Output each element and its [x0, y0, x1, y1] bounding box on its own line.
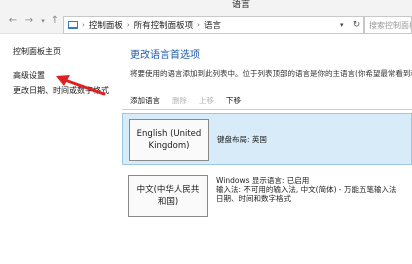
- input-method-text: 输入法: 不可用的输入法, 中文(简体) - 万能五笔输入法: [216, 185, 397, 194]
- refresh-icon[interactable]: ↻: [350, 16, 364, 34]
- language-list: English (United Kingdom) 键盘布局: 英国 中文(中华人…: [122, 109, 412, 264]
- chevron-right-icon[interactable]: ›: [127, 21, 130, 29]
- address-dropdown-icon[interactable]: ▾: [340, 21, 344, 29]
- language-name: 中文(中华人民共: [136, 185, 200, 195]
- keyboard-layout-text: 键盘布局: 英国: [217, 135, 267, 144]
- search-input[interactable]: 搜索控制面板: [364, 16, 412, 34]
- back-icon[interactable]: ←: [8, 16, 18, 26]
- chevron-right-icon[interactable]: ›: [197, 21, 200, 29]
- chevron-right-icon[interactable]: ›: [82, 21, 85, 29]
- page-description: 将要使用的语言添加到此列表中。位于列表顶部的语言是你的主语言(你希望最常看到和使…: [130, 69, 412, 78]
- breadcrumb-control-panel[interactable]: 控制面板: [89, 19, 123, 31]
- list-item[interactable]: English (United Kingdom) 键盘布局: 英国: [122, 113, 412, 165]
- navigation-bar: ← → ▾ ↑ › 控制面板 › 所有控制面板项 › 语言 ▾ ↻ 搜索控制面板: [0, 8, 412, 34]
- breadcrumb-all-items[interactable]: 所有控制面板项: [134, 19, 194, 31]
- link-change-date-time-format[interactable]: 更改日期、时间或数字格式: [13, 85, 109, 96]
- language-tile[interactable]: 中文(中华人民共 和国): [128, 175, 208, 217]
- add-language-button[interactable]: 添加语言: [130, 95, 160, 106]
- move-up-button[interactable]: 上移: [199, 95, 214, 106]
- remove-button[interactable]: 删除: [172, 95, 187, 106]
- language-toolbar: 添加语言 删除 上移 下移: [130, 95, 241, 106]
- link-advanced-settings[interactable]: 高级设置: [13, 70, 45, 81]
- control-panel-icon: [68, 21, 78, 29]
- language-name: Kingdom): [148, 141, 190, 151]
- list-item[interactable]: 中文(中华人民共 和国) Windows 显示语言: 已启用 输入法: 不可用的…: [122, 170, 412, 222]
- language-name: English (United: [136, 129, 202, 139]
- language-name: 和国): [157, 197, 179, 207]
- language-details: 键盘布局: 英国: [217, 135, 267, 144]
- title-bar: 语言: [0, 0, 412, 10]
- recent-dropdown-icon[interactable]: ▾: [38, 16, 48, 26]
- address-bar[interactable]: › 控制面板 › 所有控制面板项 › 语言: [63, 16, 353, 34]
- up-icon[interactable]: ↑: [50, 16, 60, 26]
- left-pane: 控制面板主页 高级设置 更改日期、时间或数字格式: [0, 34, 118, 264]
- date-time-format-text: 日期、时间和数字格式: [216, 194, 291, 203]
- forward-icon[interactable]: →: [24, 16, 34, 26]
- breadcrumb-language[interactable]: 语言: [204, 19, 221, 31]
- link-control-panel-home[interactable]: 控制面板主页: [13, 46, 61, 57]
- move-down-button[interactable]: 下移: [226, 95, 241, 106]
- display-language-text: Windows 显示语言: 已启用: [216, 176, 310, 185]
- language-details: Windows 显示语言: 已启用 输入法: 不可用的输入法, 中文(简体) -…: [216, 176, 397, 203]
- language-tile[interactable]: English (United Kingdom): [129, 119, 209, 161]
- page-title: 更改语言首选项: [130, 50, 200, 61]
